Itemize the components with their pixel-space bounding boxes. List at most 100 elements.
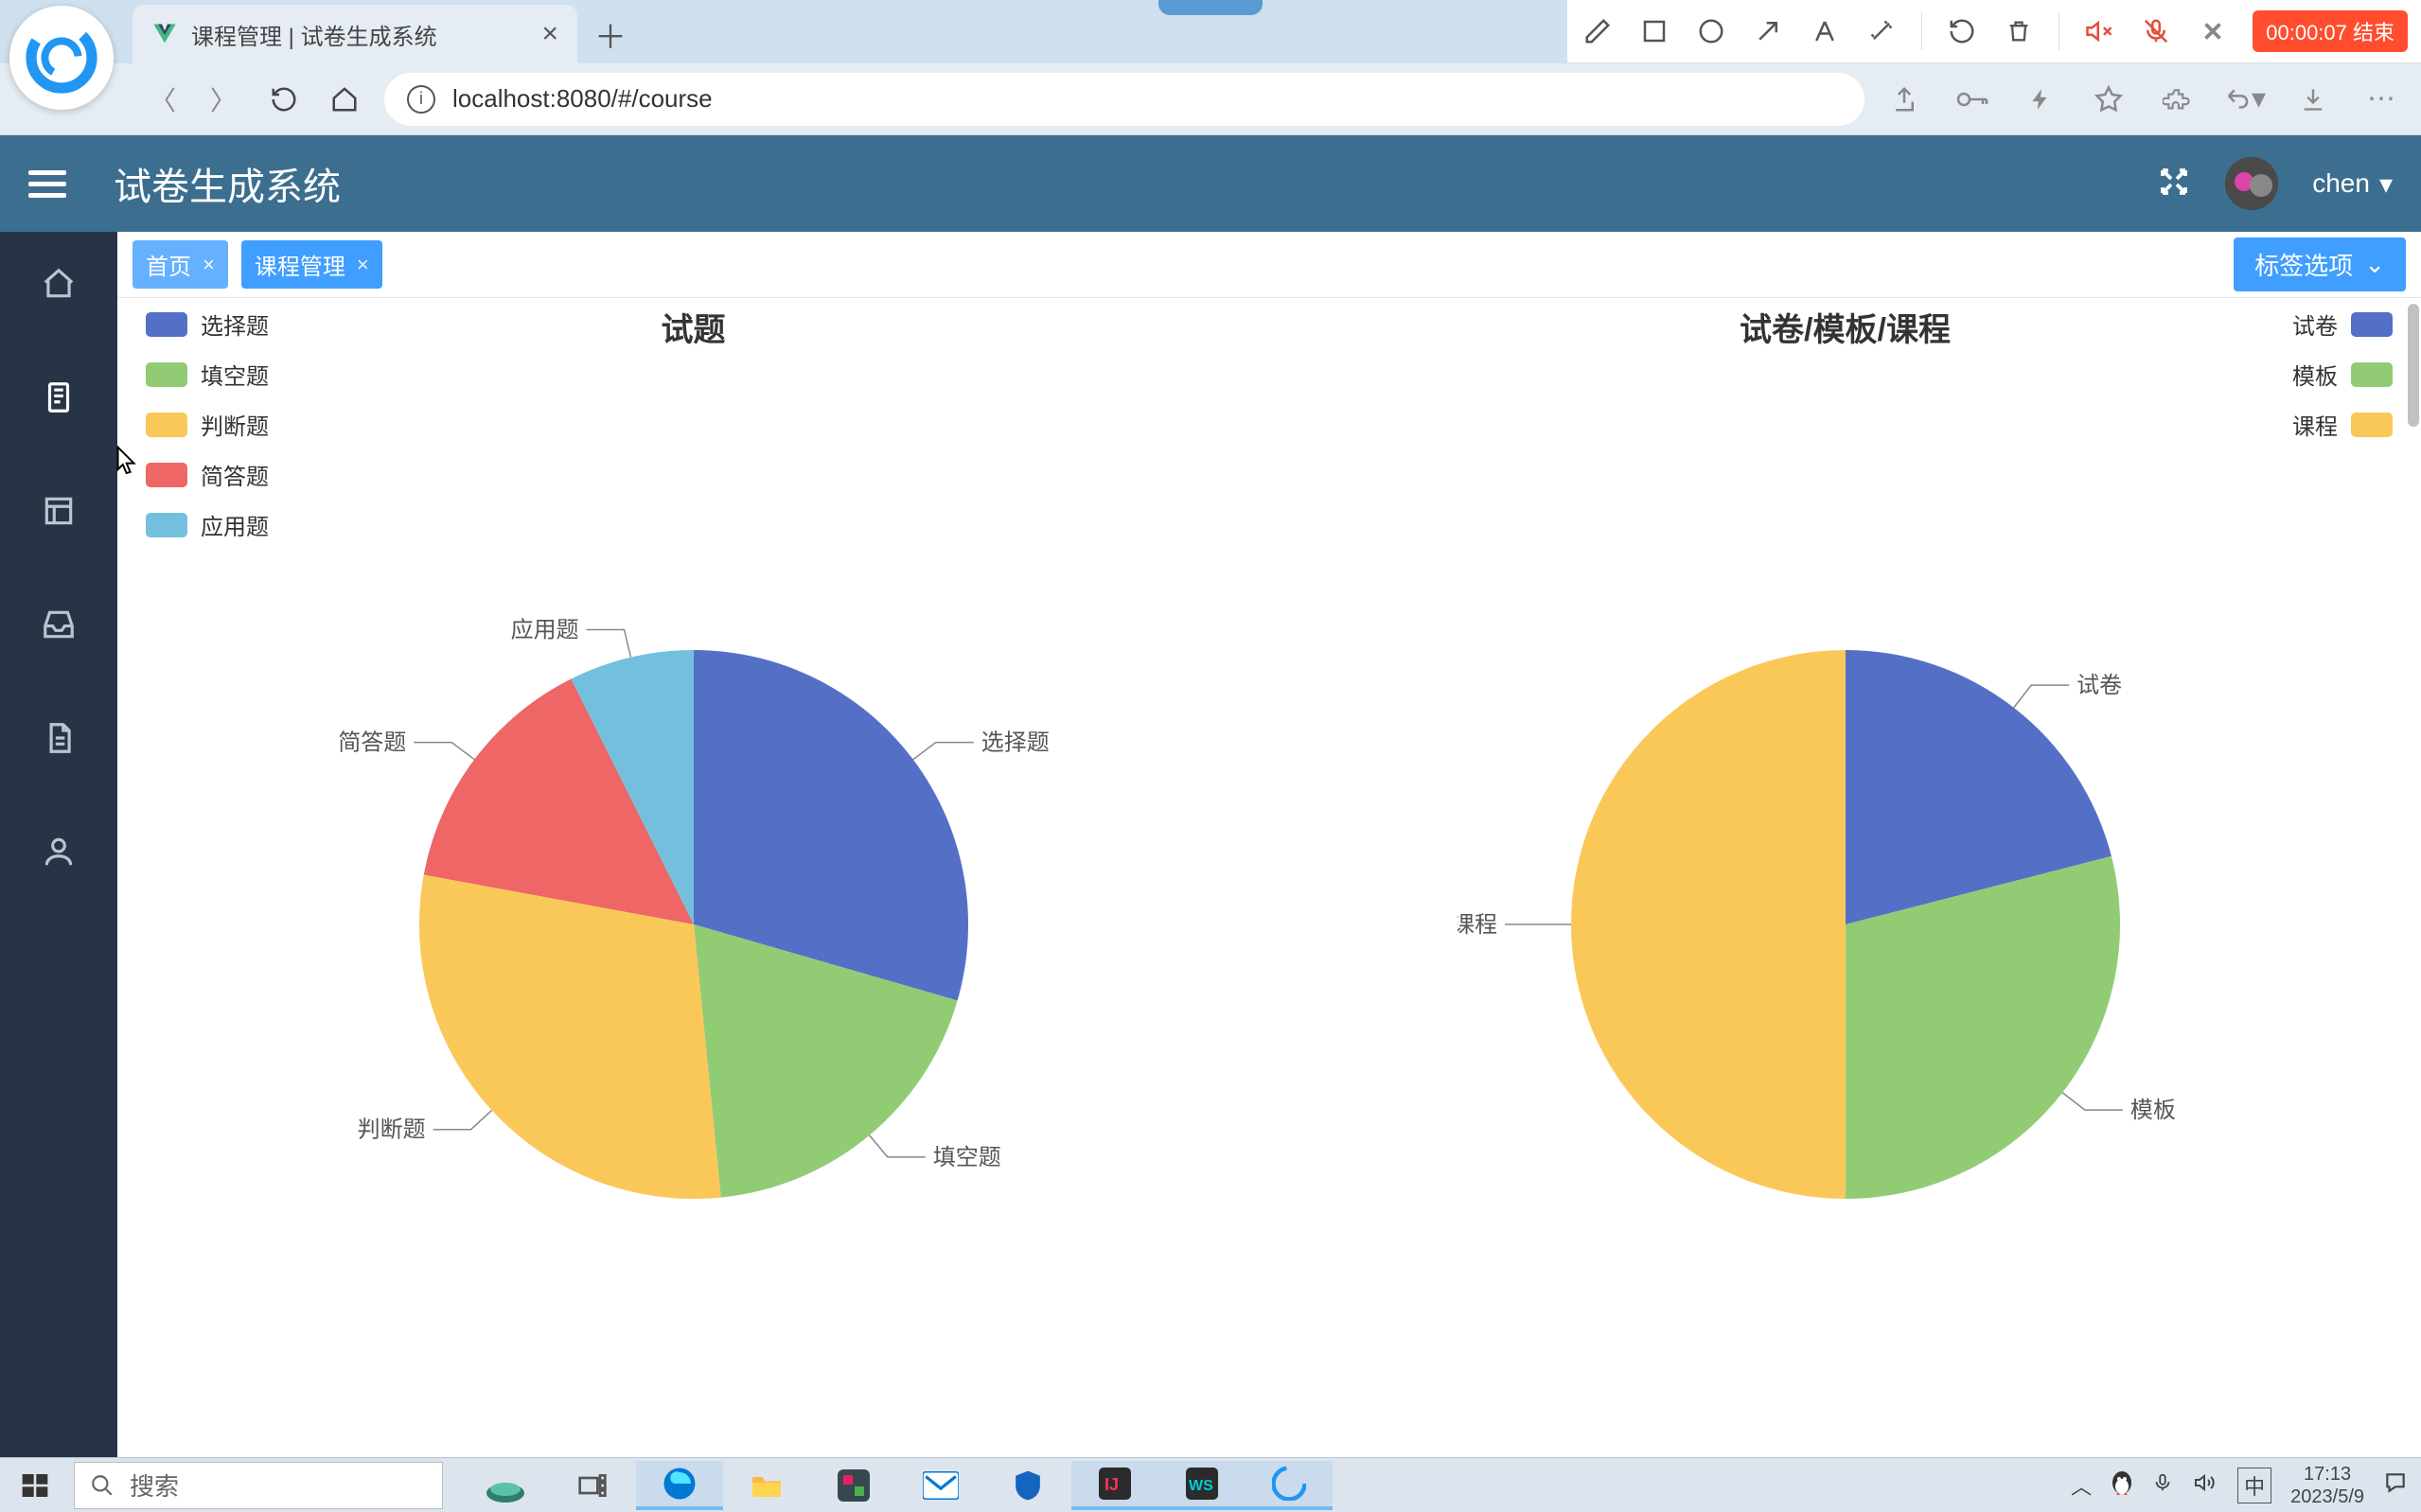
share-icon[interactable] (1883, 79, 1925, 120)
taskbar-app-mail[interactable] (897, 1461, 984, 1510)
download-icon[interactable] (2292, 79, 2334, 120)
more-menu-icon[interactable]: ⋯ (2360, 79, 2402, 120)
sidebar: 课程管理 (0, 232, 117, 1457)
legend-swatch (2351, 312, 2393, 337)
mute-mic-icon[interactable] (2139, 14, 2173, 48)
square-icon[interactable] (1637, 14, 1671, 48)
tab-options-button[interactable]: 标签选项 ⌄ (2234, 237, 2406, 291)
taskbar-app-webstorm[interactable]: WS (1158, 1461, 1246, 1510)
tray-chevron-icon[interactable]: ︿ (2071, 1470, 2092, 1501)
taskbar-app-generic1[interactable] (810, 1461, 897, 1510)
tab-home[interactable]: 首页 × (133, 240, 228, 289)
lightning-icon[interactable] (2020, 79, 2061, 120)
chevron-down-icon: ▾ (2379, 168, 2393, 200)
sidebar-item-home[interactable] (35, 260, 82, 308)
home-button[interactable] (324, 79, 365, 120)
forward-button[interactable]: 〉 (203, 79, 244, 120)
legend-label: 填空题 (201, 358, 269, 391)
tab-close-icon[interactable]: × (203, 253, 215, 277)
pencil-icon[interactable] (1581, 14, 1615, 48)
taskbar-app-shield[interactable] (984, 1461, 1071, 1510)
sidebar-toggle-button[interactable] (28, 165, 66, 202)
pie-slice[interactable] (419, 874, 721, 1198)
taskbar-search[interactable]: 搜索 (74, 1462, 443, 1509)
search-placeholder: 搜索 (130, 1468, 179, 1503)
url-input[interactable]: i localhost:8080/#/course (384, 73, 1864, 126)
legend-label: 模板 (2292, 358, 2338, 391)
legend-swatch (146, 513, 187, 537)
taskbar-app-browser2[interactable] (1246, 1461, 1333, 1510)
tray-mic-icon[interactable] (2152, 1469, 2173, 1502)
reload-button[interactable] (263, 79, 305, 120)
back-button[interactable]: 〈 (142, 79, 184, 120)
circle-icon[interactable] (1694, 14, 1728, 48)
tab-label: 首页 (146, 248, 191, 281)
browser-address-bar: 〈 〉 i localhost:8080/#/course ▾ ⋯ (0, 63, 2421, 135)
extensions-icon[interactable] (2156, 79, 2198, 120)
chart-legend: 试卷模板课程 (2292, 308, 2393, 441)
username-label: chen (2312, 168, 2370, 199)
legend-item[interactable]: 选择题 (146, 308, 269, 341)
chart-papers: 试卷/模板/课程 试卷模板课程 试卷模板课程 (1269, 298, 2421, 1457)
legend-item[interactable]: 应用题 (146, 508, 269, 541)
trash-icon[interactable] (2002, 14, 2036, 48)
taskbar-app-taskview[interactable] (549, 1461, 636, 1510)
text-icon[interactable] (1808, 14, 1842, 48)
tab-options-label: 标签选项 (2254, 247, 2353, 282)
sidebar-item-template[interactable] (35, 487, 82, 535)
tab-close-icon[interactable]: × (357, 253, 369, 277)
arrow-icon[interactable] (1751, 14, 1785, 48)
key-icon[interactable] (1952, 79, 1993, 120)
taskbar-app-explorer[interactable] (723, 1461, 810, 1510)
site-info-icon[interactable]: i (407, 85, 435, 114)
tray-qq-icon[interactable] (2111, 1469, 2133, 1502)
legend-item[interactable]: 试卷 (2292, 308, 2393, 341)
record-timer-button[interactable]: 00:00:07 结束 (2253, 10, 2408, 52)
sidebar-item-inbox[interactable] (35, 601, 82, 648)
pie-slice[interactable] (1571, 650, 1846, 1199)
tray-clock[interactable]: 17:13 2023/5/9 (2290, 1463, 2364, 1508)
user-avatar[interactable] (2225, 157, 2278, 210)
taskbar-app-intellij[interactable]: IJ (1071, 1461, 1158, 1510)
magic-icon[interactable] (1864, 14, 1899, 48)
mute-speaker-icon[interactable] (2082, 14, 2116, 48)
toolbar-separator (1921, 12, 1922, 50)
window-drag-handle[interactable] (1158, 0, 1263, 15)
user-menu[interactable]: chen ▾ (2312, 168, 2393, 200)
slice-label: 填空题 (932, 1144, 1000, 1169)
bookmark-star-icon[interactable] (2088, 79, 2129, 120)
sidebar-item-user[interactable] (35, 828, 82, 875)
taskbar-app-cortana[interactable] (462, 1461, 549, 1510)
legend-swatch (146, 312, 187, 337)
legend-item[interactable]: 填空题 (146, 358, 269, 391)
slice-label: 判断题 (357, 1116, 425, 1142)
new-tab-button[interactable]: ＋ (587, 10, 634, 58)
close-recorder-icon[interactable] (2196, 14, 2230, 48)
browser-logo[interactable] (9, 6, 114, 110)
slice-label: 选择题 (981, 730, 1049, 755)
tab-close-icon[interactable]: × (541, 18, 558, 50)
sidebar-item-document[interactable] (35, 714, 82, 762)
legend-item[interactable]: 简答题 (146, 458, 269, 491)
start-button[interactable] (0, 1458, 70, 1512)
sidebar-item-course[interactable] (35, 374, 82, 421)
undo-icon[interactable] (1945, 14, 1979, 48)
legend-item[interactable]: 模板 (2292, 358, 2393, 391)
legend-item[interactable]: 课程 (2292, 408, 2393, 441)
legend-label: 简答题 (201, 458, 269, 491)
fullscreen-button[interactable] (2157, 165, 2191, 203)
tab-course-management[interactable]: 课程管理 × (241, 240, 382, 289)
history-dropdown-icon[interactable]: ▾ (2224, 79, 2266, 120)
browser-tab[interactable]: 课程管理 | 试卷生成系统 × (133, 5, 577, 63)
tray-ime-label[interactable]: 中 (2237, 1468, 2271, 1503)
chart-title: 试卷/模板/课程 (1740, 304, 1951, 350)
tray-volume-icon[interactable] (2192, 1471, 2218, 1500)
chart-legend: 选择题填空题判断题简答题应用题 (146, 308, 269, 541)
taskbar-app-edge[interactable] (636, 1461, 723, 1510)
charts-panel: 试题 选择题填空题判断题简答题应用题 选择题填空题判断题简答题应用题 试卷/模板… (117, 298, 2421, 1457)
svg-text:WS: WS (1189, 1478, 1213, 1494)
slice-label: 模板 (2129, 1098, 2175, 1123)
legend-label: 试卷 (2292, 308, 2338, 341)
tray-notifications-icon[interactable] (2383, 1470, 2408, 1501)
legend-item[interactable]: 判断题 (146, 408, 269, 441)
